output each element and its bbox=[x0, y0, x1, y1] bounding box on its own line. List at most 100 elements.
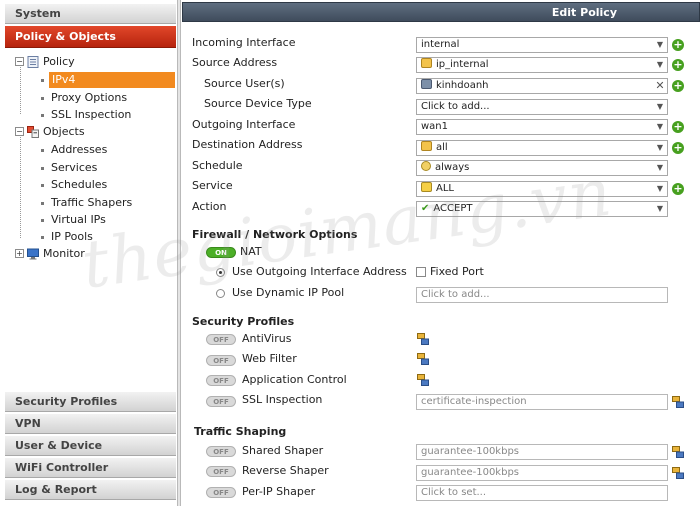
shared-shaper-label: Shared Shaper bbox=[242, 444, 324, 457]
close-icon[interactable]: ✕ bbox=[653, 79, 667, 93]
web-filter-toggle[interactable]: OFF bbox=[206, 355, 236, 366]
destination-address-select[interactable]: all ▼ bbox=[416, 140, 668, 156]
tree-bullet bbox=[41, 79, 44, 82]
per-ip-shaper-input[interactable]: Click to set... bbox=[416, 485, 668, 501]
add-source-address-button[interactable]: + bbox=[672, 59, 684, 71]
section-system[interactable]: System bbox=[5, 4, 176, 24]
ip-pool-input[interactable]: Click to add... bbox=[416, 287, 668, 303]
tree-item-ssl-inspection[interactable]: SSL Inspection bbox=[51, 107, 131, 123]
nat-toggle[interactable]: ON bbox=[206, 247, 236, 258]
section-wifi-controller[interactable]: WiFi Controller bbox=[5, 458, 176, 478]
add-source-user-button[interactable]: + bbox=[672, 80, 684, 92]
profile-config-icon[interactable] bbox=[672, 446, 684, 458]
monitor-icon bbox=[27, 248, 39, 260]
action-value: ACCEPT bbox=[433, 203, 473, 214]
tree-item-proxy-options[interactable]: Proxy Options bbox=[51, 90, 127, 106]
action-select[interactable]: ✔ ACCEPT ▼ bbox=[416, 201, 668, 217]
destination-address-label: Destination Address bbox=[192, 138, 303, 151]
source-users-value: kinhdoanh bbox=[436, 80, 489, 91]
firewall-options-heading: Firewall / Network Options bbox=[192, 228, 358, 241]
section-user-device[interactable]: User & Device bbox=[5, 436, 176, 456]
section-vpn[interactable]: VPN bbox=[5, 414, 176, 434]
add-destination-address-button[interactable]: + bbox=[672, 142, 684, 154]
reverse-shaper-input[interactable]: guarantee-100kbps bbox=[416, 465, 668, 481]
tree-item-virtual-ips[interactable]: Virtual IPs bbox=[51, 212, 106, 228]
tree-bullet bbox=[41, 167, 44, 170]
chevron-down-icon: ▼ bbox=[656, 143, 664, 152]
profile-config-icon[interactable] bbox=[417, 374, 429, 386]
antivirus-toggle[interactable]: OFF bbox=[206, 334, 236, 345]
tree-item-ip-pools[interactable]: IP Pools bbox=[51, 229, 93, 245]
schedule-select[interactable]: always ▼ bbox=[416, 160, 668, 176]
profile-config-icon[interactable] bbox=[672, 467, 684, 479]
add-outgoing-interface-button[interactable]: + bbox=[672, 121, 684, 133]
tree-bullet bbox=[41, 219, 44, 222]
incoming-interface-label: Incoming Interface bbox=[192, 36, 296, 49]
use-outgoing-interface-radio[interactable] bbox=[216, 268, 225, 277]
source-device-type-value: Click to add... bbox=[421, 101, 490, 112]
address-icon bbox=[421, 58, 432, 68]
reverse-shaper-toggle[interactable]: OFF bbox=[206, 466, 236, 477]
add-service-button[interactable]: + bbox=[672, 183, 684, 195]
fixed-port-label: Fixed Port bbox=[430, 265, 484, 278]
source-address-value: ip_internal bbox=[436, 59, 489, 70]
profile-config-icon[interactable] bbox=[672, 396, 684, 408]
profile-config-icon[interactable] bbox=[417, 333, 429, 345]
ssl-inspection-toggle[interactable]: OFF bbox=[206, 396, 236, 407]
source-users-select[interactable]: kinhdoanh ✕ bbox=[416, 78, 668, 94]
ssl-inspection-label: SSL Inspection bbox=[242, 393, 323, 406]
source-device-type-select[interactable]: Click to add... ▼ bbox=[416, 99, 668, 115]
outgoing-interface-value: wan1 bbox=[421, 121, 449, 132]
reverse-shaper-label: Reverse Shaper bbox=[242, 464, 329, 477]
chevron-down-icon: ▼ bbox=[656, 184, 664, 193]
source-address-select[interactable]: ip_internal ▼ bbox=[416, 57, 668, 73]
tree-node-policy[interactable]: − Policy bbox=[5, 54, 175, 70]
shared-shaper-toggle[interactable]: OFF bbox=[206, 446, 236, 457]
section-policy-objects[interactable]: Policy & Objects bbox=[5, 26, 176, 48]
tree-item-services[interactable]: Services bbox=[51, 160, 97, 176]
tree-node-objects[interactable]: − Objects bbox=[5, 124, 175, 140]
address-icon bbox=[421, 141, 432, 151]
tree-bullet bbox=[41, 149, 44, 152]
panel-splitter[interactable] bbox=[178, 0, 181, 506]
tree-line bbox=[20, 64, 21, 114]
service-value: ALL bbox=[436, 183, 454, 194]
outgoing-interface-select[interactable]: wan1 ▼ bbox=[416, 119, 668, 135]
tree-item-addresses[interactable]: Addresses bbox=[51, 142, 107, 158]
profile-config-icon[interactable] bbox=[417, 353, 429, 365]
application-control-toggle[interactable]: OFF bbox=[206, 375, 236, 386]
tree-line bbox=[20, 134, 21, 238]
tree-label-monitor: Monitor bbox=[43, 247, 85, 260]
add-incoming-interface-button[interactable]: + bbox=[672, 39, 684, 51]
shared-shaper-input[interactable]: guarantee-100kbps bbox=[416, 444, 668, 460]
section-security-profiles[interactable]: Security Profiles bbox=[5, 392, 176, 412]
policy-icon bbox=[27, 56, 39, 68]
collapse-icon[interactable]: − bbox=[15, 127, 24, 136]
tree-bullet bbox=[41, 97, 44, 100]
check-icon: ✔ bbox=[421, 203, 430, 214]
use-dynamic-ip-pool-radio[interactable] bbox=[216, 289, 225, 298]
tree-item-ipv4[interactable]: IPv4 bbox=[49, 72, 175, 88]
tree-item-schedules[interactable]: Schedules bbox=[51, 177, 107, 193]
chevron-down-icon: ▼ bbox=[656, 40, 664, 49]
source-device-type-label: Source Device Type bbox=[204, 97, 312, 110]
per-ip-shaper-toggle[interactable]: OFF bbox=[206, 487, 236, 498]
action-label: Action bbox=[192, 200, 227, 213]
source-address-label: Source Address bbox=[192, 56, 278, 69]
outgoing-interface-label: Outgoing Interface bbox=[192, 118, 296, 131]
service-select[interactable]: ALL ▼ bbox=[416, 181, 668, 197]
tree-item-traffic-shapers[interactable]: Traffic Shapers bbox=[51, 195, 132, 211]
sidebar: System Policy & Objects − Policy IPv4 Pr… bbox=[0, 0, 178, 506]
chevron-down-icon: ▼ bbox=[656, 163, 664, 172]
destination-address-value: all bbox=[436, 142, 448, 153]
section-log-report[interactable]: Log & Report bbox=[5, 480, 176, 500]
tree-node-monitor[interactable]: + Monitor bbox=[5, 246, 175, 262]
expand-icon[interactable]: + bbox=[15, 249, 24, 258]
tree-bullet bbox=[41, 236, 44, 239]
collapse-icon[interactable]: − bbox=[15, 57, 24, 66]
edit-policy-panel: Edit Policy Incoming Interface internal … bbox=[182, 0, 700, 506]
ssl-inspection-input[interactable]: certificate-inspection bbox=[416, 394, 668, 410]
fixed-port-checkbox[interactable] bbox=[416, 267, 426, 277]
per-ip-shaper-label: Per-IP Shaper bbox=[242, 485, 316, 498]
incoming-interface-select[interactable]: internal ▼ bbox=[416, 37, 668, 53]
